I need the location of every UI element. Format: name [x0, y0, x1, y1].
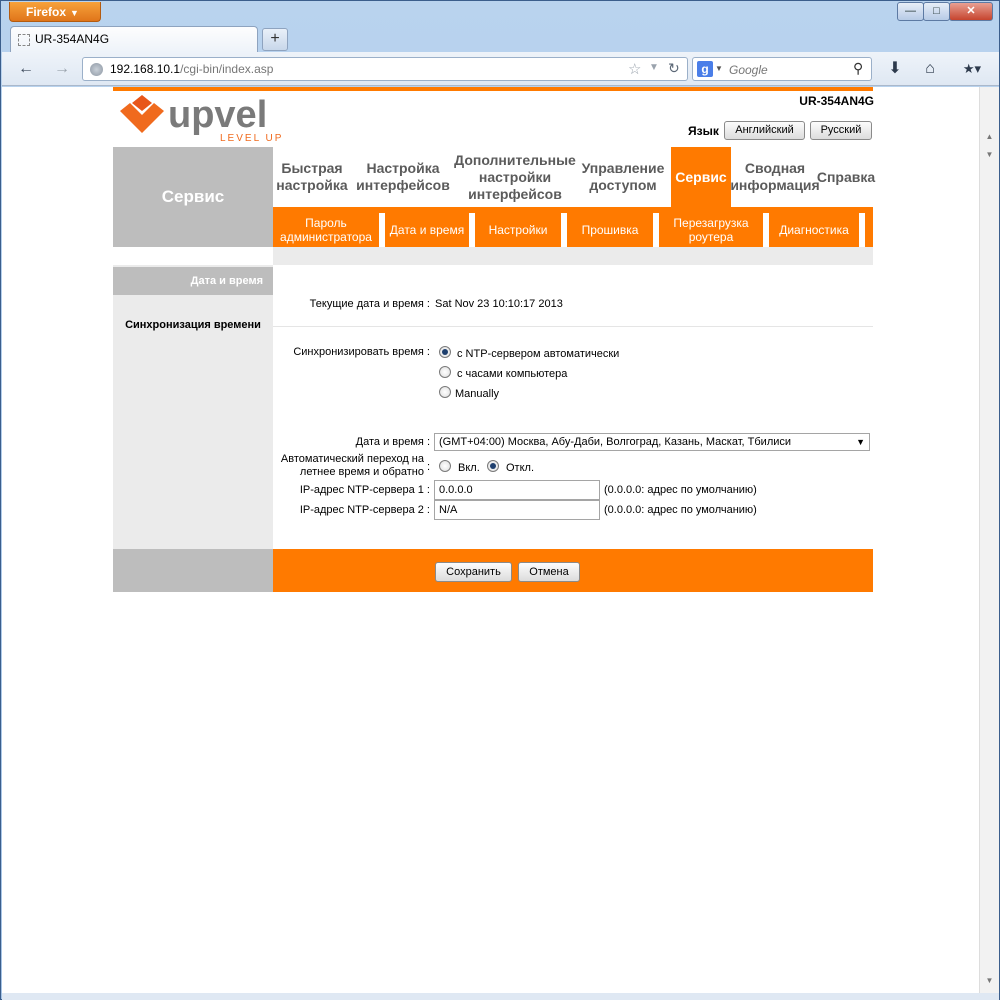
upvel-logo: upvel LEVEL UP [118, 93, 288, 144]
submenu-settings[interactable]: Настройки [475, 213, 567, 247]
scroll-down-icon[interactable]: ▼ [980, 147, 999, 163]
bookmarks-menu-icon[interactable]: ★▾ [955, 57, 989, 81]
page-icon [18, 34, 30, 46]
footer-side [113, 549, 273, 592]
svg-text:upvel: upvel [168, 94, 267, 136]
bookmark-star-icon[interactable]: ☆ [628, 60, 641, 78]
url-bar[interactable]: 192.168.10.1/cgi-bin/index.asp ☆ ▼ ↻ [82, 57, 688, 81]
svg-text:LEVEL UP: LEVEL UP [220, 133, 283, 143]
language-label: Язык [688, 124, 719, 138]
dst-on-label: Вкл. [458, 462, 480, 474]
tab-title: UR-354AN4G [35, 32, 110, 46]
minimize-button[interactable]: — [897, 2, 924, 21]
main-menu: Быстрая настройка Настройка интерфейсов … [273, 147, 875, 207]
model-name: UR-354AN4G [799, 94, 874, 108]
scroll-down-icon[interactable]: ▼ [980, 973, 999, 989]
chevron-down-icon: ▼ [70, 8, 79, 18]
radio-dst-off[interactable] [487, 460, 499, 472]
nav-toolbar: ← → 192.168.10.1/cgi-bin/index.asp ☆ ▼ ↻… [2, 52, 999, 86]
current-time-value: Sat Nov 23 10:10:17 2013 [435, 298, 563, 310]
new-tab-button[interactable]: + [262, 28, 288, 51]
home-icon[interactable]: ⌂ [917, 57, 943, 81]
lang-russian-button[interactable]: Русский [810, 121, 872, 140]
ntp1-label: IP-адрес NTP-сервера 1 : [299, 484, 430, 496]
globe-icon [90, 63, 103, 76]
section-title: Сервис [113, 147, 273, 247]
sync-pc-label: с часами компьютера [457, 368, 568, 380]
menu-help[interactable]: Справка [817, 147, 875, 207]
chevron-down-icon: ▼ [856, 437, 865, 447]
menu-service[interactable]: Сервис [671, 147, 731, 207]
radio-sync-pc[interactable] [439, 366, 451, 378]
divider [273, 326, 873, 327]
status-bar [2, 993, 999, 1000]
dst-colon: : [427, 461, 431, 473]
timezone-label: Дата и время : [355, 436, 430, 448]
ntp2-hint: (0.0.0.0: адрес по умолчанию) [604, 504, 757, 516]
radio-dst-on[interactable] [439, 460, 451, 472]
submenu-admin-password[interactable]: Пароль администратора [273, 213, 385, 247]
sub-menu: Пароль администратора Дата и время Настр… [273, 207, 873, 247]
menu-interface-setup[interactable]: Настройка интерфейсов [353, 147, 453, 207]
reload-icon[interactable]: ↻ [668, 60, 680, 77]
forward-icon[interactable]: → [50, 58, 74, 80]
chevron-down-icon[interactable]: ▼ [715, 64, 723, 73]
sync-manual-label: Manually [455, 388, 500, 400]
save-button[interactable]: Сохранить [435, 562, 512, 582]
submenu-firmware[interactable]: Прошивка [567, 213, 659, 247]
side-item-time-sync[interactable]: Синхронизация времени [113, 319, 273, 331]
lang-english-button[interactable]: Английский [724, 121, 805, 140]
browser-window: Firefox ▼ — □ ✕ UR-354AN4G + ← → 192.168.… [0, 0, 1000, 1000]
firefox-menu-button[interactable]: Firefox ▼ [9, 2, 101, 22]
url-dropdown-icon[interactable]: ▼ [649, 62, 659, 73]
cancel-button[interactable]: Отмена [518, 562, 580, 582]
timezone-select[interactable]: (GMT+04:00) Москва, Абу-Даби, Волгоград,… [434, 433, 870, 451]
search-placeholder: Google [729, 63, 768, 77]
back-icon[interactable]: ← [14, 58, 38, 80]
side-section-date-time: Дата и время [113, 267, 273, 295]
vertical-scrollbar[interactable]: ▲ ▼ ▼ [979, 87, 999, 993]
menu-advanced-setup[interactable]: Дополнительные настройки интерфейсов [454, 147, 576, 207]
page-viewport: upvel LEVEL UP UR-354AN4G Язык Английски… [2, 87, 979, 993]
sync-time-label: Синхронизировать время : [293, 346, 430, 358]
search-icon[interactable]: ⚲ [853, 60, 863, 77]
menu-status[interactable]: Сводная информация [730, 147, 819, 207]
top-accent-bar [113, 87, 873, 91]
side-panel [113, 265, 273, 549]
ntp2-label: IP-адрес NTP-сервера 2 : [299, 504, 430, 516]
ntp1-hint: (0.0.0.0: адрес по умолчанию) [604, 484, 757, 496]
maximize-button[interactable]: □ [923, 2, 950, 21]
scroll-up-icon[interactable]: ▲ [980, 129, 999, 145]
radio-sync-manual[interactable] [439, 386, 451, 398]
separator-bar [273, 247, 873, 265]
submenu-date-time[interactable]: Дата и время [385, 213, 475, 247]
close-button[interactable]: ✕ [949, 2, 993, 21]
dst-label: Автоматический переход на летнее время и… [280, 453, 424, 478]
menu-quick-setup[interactable]: Быстрая настройка [273, 147, 351, 207]
download-icon[interactable]: ⬇ [882, 57, 908, 81]
current-time-label: Текущие дата и время : [309, 298, 430, 310]
search-box[interactable]: g ▼ Google ⚲ [692, 57, 872, 81]
url-text: 192.168.10.1/cgi-bin/index.asp [110, 62, 274, 76]
sync-ntp-label: с NTP-сервером автоматически [457, 348, 620, 360]
submenu-diagnostics[interactable]: Диагностика [769, 213, 865, 247]
tab-bar: UR-354AN4G + [1, 24, 1000, 52]
dst-off-label: Откл. [506, 462, 535, 474]
ntp2-input[interactable]: N/A [434, 500, 600, 520]
tab-router[interactable]: UR-354AN4G [10, 26, 258, 52]
submenu-reboot[interactable]: Перезагрузка роутера [659, 213, 769, 247]
radio-sync-ntp[interactable] [439, 346, 451, 358]
timezone-value: (GMT+04:00) Москва, Абу-Даби, Волгоград,… [439, 436, 792, 448]
menu-access-management[interactable]: Управление доступом [577, 147, 669, 207]
ntp1-input[interactable]: 0.0.0.0 [434, 480, 600, 500]
google-icon[interactable]: g [697, 61, 713, 77]
